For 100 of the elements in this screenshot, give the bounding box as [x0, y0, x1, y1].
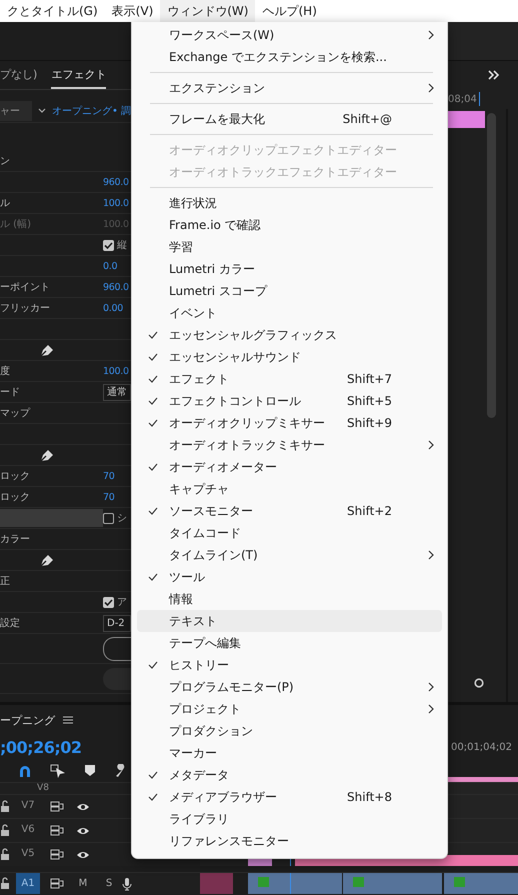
- menu-item[interactable]: Frame.io で確認: [137, 214, 442, 236]
- track-name[interactable]: V8: [31, 783, 55, 794]
- sync-toggle-icon[interactable]: [50, 800, 64, 813]
- shortcut-label: Shift+7: [347, 372, 393, 386]
- dropdown[interactable]: 通常: [103, 384, 131, 400]
- circle-icon[interactable]: [474, 678, 484, 688]
- menu-item[interactable]: Exchange でエクステンションを検索...: [137, 46, 442, 68]
- menu-item[interactable]: 情報: [137, 588, 442, 610]
- menu-item[interactable]: エフェクトコントロール Shift+5: [137, 390, 442, 412]
- checkbox[interactable]: [103, 596, 114, 608]
- menu-item[interactable]: Lumetri カラー: [137, 258, 442, 280]
- menu-item[interactable]: マーカー: [137, 742, 442, 764]
- menu-item[interactable]: テープへ編集: [137, 632, 442, 654]
- property-value[interactable]: 100.0: [103, 198, 131, 208]
- linked-selection-icon[interactable]: [50, 764, 66, 778]
- shortcut-label: Shift+8: [347, 790, 393, 804]
- eye-icon[interactable]: [76, 850, 90, 860]
- track-name[interactable]: A1: [16, 873, 40, 894]
- property-value[interactable]: 100.0: [103, 366, 131, 376]
- track-name[interactable]: V6: [16, 819, 40, 842]
- menu-item[interactable]: オーディオメーター: [137, 456, 442, 478]
- property-value[interactable]: 960.0: [103, 282, 131, 292]
- property-value[interactable]: 0.00: [103, 302, 131, 314]
- menu-item[interactable]: タイムコード: [137, 522, 442, 544]
- solo-button[interactable]: S: [96, 878, 122, 889]
- clip-name[interactable]: オープニング• 調: [52, 104, 131, 118]
- check-icon: [148, 397, 158, 405]
- menu-item[interactable]: タイムライン(T): [137, 544, 442, 566]
- menu-item[interactable]: エフェクト Shift+7: [137, 368, 442, 390]
- menu-item[interactable]: ウィンドウ(W): [160, 0, 256, 22]
- menu-item[interactable]: キャプチャ: [137, 478, 442, 500]
- scrollbar[interactable]: [487, 113, 496, 418]
- menu-item[interactable]: ソースモニター Shift+2: [137, 500, 442, 522]
- mute-button[interactable]: M: [70, 878, 96, 889]
- eye-icon[interactable]: [76, 826, 90, 836]
- menu-item[interactable]: プロダクション: [137, 720, 442, 742]
- menu-item[interactable]: プログラムモニター(P): [137, 676, 442, 698]
- property-value[interactable]: 70: [103, 470, 131, 482]
- double-chevron-icon[interactable]: [488, 70, 500, 80]
- lock-icon[interactable]: [0, 848, 10, 861]
- menu-item[interactable]: Lumetri スコープ: [137, 280, 442, 302]
- menu-item[interactable]: メディアブラウザー Shift+8: [137, 786, 442, 808]
- checkbox[interactable]: [103, 512, 114, 524]
- menu-icon[interactable]: [63, 716, 73, 724]
- property-label: 正: [0, 575, 11, 588]
- property-label: ード: [0, 386, 21, 399]
- menu-item[interactable]: エッセンシャルグラフィックス: [137, 324, 442, 346]
- menu-item[interactable]: ヘルプ(H): [255, 0, 324, 22]
- eye-icon[interactable]: [76, 802, 90, 812]
- property-label: 設定: [0, 616, 21, 630]
- menu-item[interactable]: オーディオクリップミキサー Shift+9: [137, 412, 442, 434]
- sync-toggle-icon[interactable]: [50, 877, 64, 890]
- property-label: フリッカー: [0, 302, 51, 315]
- check-icon: [148, 771, 158, 779]
- check-icon: [148, 793, 158, 801]
- property-value[interactable]: 960.0: [103, 176, 131, 188]
- pen-icon[interactable]: [38, 447, 54, 463]
- sync-toggle-icon[interactable]: [50, 848, 64, 861]
- chevron-right-icon: [428, 83, 434, 93]
- lock-icon[interactable]: [0, 824, 10, 837]
- menu-item[interactable]: メタデータ: [137, 764, 442, 786]
- marker-icon[interactable]: [84, 764, 96, 778]
- menu-item[interactable]: プロジェクト: [137, 698, 442, 720]
- chevron-down-icon[interactable]: [38, 108, 46, 114]
- menu-item[interactable]: 学習: [137, 236, 442, 258]
- menu-item[interactable]: 表示(V): [104, 0, 160, 22]
- sync-toggle-icon[interactable]: [50, 824, 64, 837]
- pen-icon[interactable]: [38, 552, 54, 568]
- menu-item[interactable]: テキスト: [137, 610, 442, 632]
- property-value[interactable]: 0.0: [103, 260, 131, 272]
- track-name[interactable]: V7: [16, 795, 40, 818]
- menu-item[interactable]: フレームを最大化 Shift+@: [137, 108, 442, 130]
- lock-icon[interactable]: [0, 800, 10, 813]
- menu-item[interactable]: ワークスペース(W): [137, 24, 442, 46]
- checkbox[interactable]: [103, 240, 114, 250]
- microphone-icon[interactable]: [122, 876, 132, 890]
- menu-item[interactable]: リファレンスモニター: [137, 830, 442, 852]
- menu-item[interactable]: ライブラリ: [137, 808, 442, 830]
- menu-item[interactable]: イベント: [137, 302, 442, 324]
- source-dropdown[interactable]: ャー: [0, 101, 32, 121]
- menu-item[interactable]: エクステンション: [137, 77, 442, 99]
- property-value[interactable]: 70: [103, 492, 131, 502]
- panel-tab[interactable]: プなし): [0, 61, 38, 89]
- menu-item[interactable]: エッセンシャルサウンド: [137, 346, 442, 368]
- menu-item[interactable]: ツール: [137, 566, 442, 588]
- menu-item[interactable]: 進行状況: [137, 192, 442, 214]
- track-name[interactable]: V5: [16, 843, 40, 866]
- menu-item[interactable]: ヒストリー: [137, 654, 442, 676]
- sequence-tab[interactable]: ープニング: [0, 712, 55, 728]
- magnet-icon[interactable]: [18, 764, 32, 778]
- timecode[interactable]: ;00;26;02: [0, 738, 82, 757]
- property-label: カラー: [0, 533, 31, 546]
- panel-tab[interactable]: エフェクト: [51, 61, 106, 89]
- menu-item[interactable]: オーディオトラックミキサー: [137, 434, 442, 456]
- lock-icon[interactable]: [0, 877, 10, 890]
- clip-bar: [448, 111, 485, 128]
- dropdown[interactable]: D-2: [103, 614, 131, 632]
- menu-item[interactable]: クとタイトル(G): [0, 0, 105, 22]
- pen-icon[interactable]: [38, 342, 54, 358]
- in-out-range-bar: [448, 777, 518, 782]
